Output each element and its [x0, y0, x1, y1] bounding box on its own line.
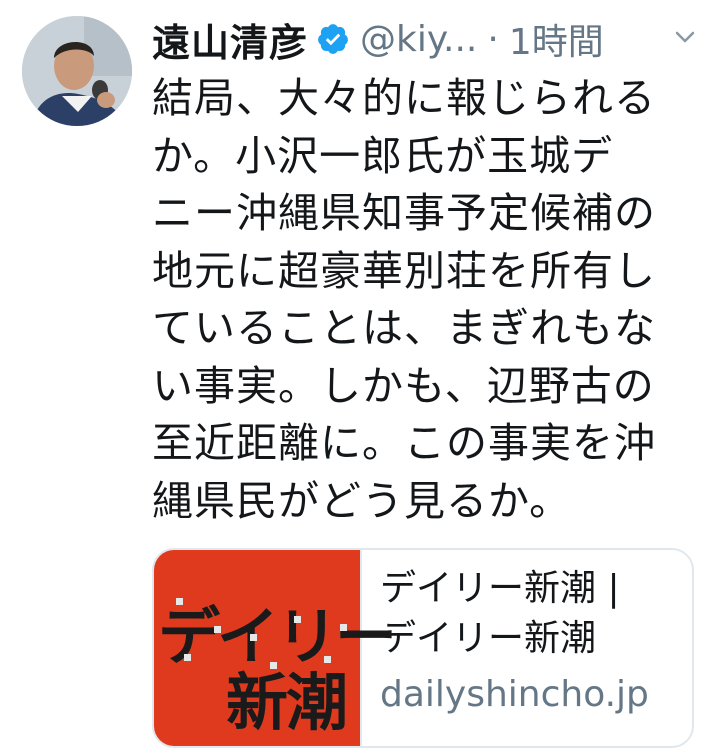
card-info: デイリー新潮 | デイリー新潮 dailyshincho.jp	[360, 550, 692, 746]
thumbnail-dot	[340, 624, 347, 631]
thumbnail-dot	[214, 626, 221, 633]
link-card[interactable]: デイリー 新潮 デイリー新潮 | デイリー新潮 dailyshincho.jp	[152, 548, 694, 748]
author-handle[interactable]: @kiy...	[360, 19, 477, 60]
tweet-header: 遠山清彦 @kiy... · 1時間	[152, 10, 712, 68]
card-domain: dailyshincho.jp	[380, 674, 649, 715]
chevron-down-icon[interactable]	[674, 26, 696, 48]
timestamp[interactable]: 1時間	[509, 13, 604, 65]
author-name[interactable]: 遠山清彦	[152, 12, 308, 67]
verified-badge-icon	[316, 22, 350, 56]
thumbnail-dot	[324, 656, 331, 663]
thumbnail-dot	[184, 654, 191, 661]
profile-photo-icon	[22, 16, 132, 126]
thumbnail-dot	[176, 598, 183, 605]
thumbnail-dot	[270, 662, 277, 669]
card-thumbnail: デイリー 新潮	[154, 550, 397, 746]
thumbnail-dot	[294, 616, 301, 623]
avatar[interactable]	[22, 16, 132, 126]
thumbnail-logo-line2: 新潮	[226, 666, 348, 739]
tweet[interactable]: 遠山清彦 @kiy... · 1時間 結局、大々的に報じられる か。小沢一郎氏が…	[0, 0, 720, 754]
thumbnail-dot	[250, 634, 257, 641]
card-title[interactable]: デイリー新潮 | デイリー新潮	[380, 564, 676, 664]
separator-dot: ·	[487, 18, 499, 60]
tweet-text: 結局、大々的に報じられる か。小沢一郎氏が玉城デ ニー沖縄県知事予定候補の 地元…	[152, 74, 656, 525]
